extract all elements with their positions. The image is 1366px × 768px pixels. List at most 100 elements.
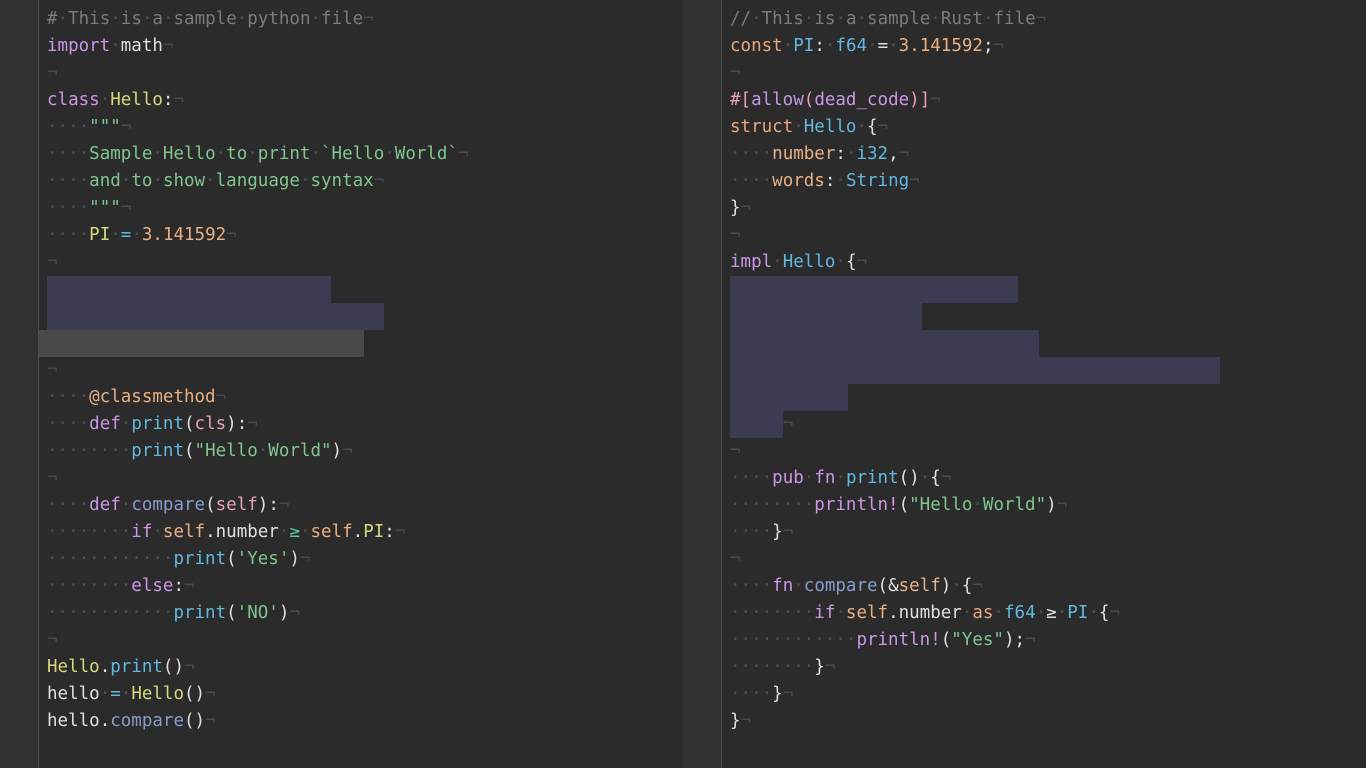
line-content: ¬ <box>47 468 58 488</box>
line-number: 27 <box>6 711 28 731</box>
code-line[interactable]: 22 ····fn·compare(&self)·{¬ <box>683 573 1366 600</box>
code-line[interactable]: 13 ········self.number·=·1729¬ <box>0 330 683 357</box>
code-line[interactable]: 6 ····Sample·Hello·to·print·`Hello·World… <box>0 141 683 168</box>
code-line[interactable]: 27 hello.compare()¬ <box>0 708 683 735</box>
code-line[interactable]: 20 ········if·self.number·≥·self.PI:¬ <box>0 519 683 546</box>
code-line[interactable]: 21 ············print('Yes')¬ <box>0 546 683 573</box>
line-content: ········println!("Hello·World")¬ <box>730 495 1068 515</box>
editor-workspace: 1 #·This·is·a·sample·python·file¬ 2 impo… <box>0 0 1366 768</box>
code-line[interactable]: 26 ····}¬ <box>683 681 1366 708</box>
line-content: #·This·is·a·sample·python·file¬ <box>47 9 374 29</box>
code-line[interactable]: 25 ········}¬ <box>683 654 1366 681</box>
code-line[interactable]: 5 struct·Hello·{¬ <box>683 114 1366 141</box>
code-line[interactable]: 11 ····def·__init__(self):¬ <box>0 276 683 303</box>
rust-editor-pane[interactable]: 1 //·This·is·a·sample·Rust·file¬ 2 const… <box>683 0 1366 768</box>
code-line[interactable]: 8 ····"""¬ <box>0 195 683 222</box>
line-content: impl·Hello·{¬ <box>730 252 868 272</box>
code-line[interactable]: 16 ····}¬ <box>683 411 1366 438</box>
code-line[interactable]: 7 ····and·to·show·language·syntax¬ <box>0 168 683 195</box>
line-number: 20 <box>689 522 711 542</box>
line-number: 10 <box>6 252 28 272</box>
line-number: 14 <box>689 360 711 380</box>
code-line[interactable]: 11 ····fn·new()·→·Hello·{¬ <box>683 276 1366 303</box>
line-content: ····@classmethod¬ <box>47 387 227 407</box>
code-line[interactable]: 9 ····PI·=·3.141592¬ <box>0 222 683 249</box>
code-line[interactable]: 4 #[allow(dead_code)]¬ <box>683 87 1366 114</box>
line-number: 8 <box>17 198 28 218</box>
line-number: 4 <box>700 90 711 110</box>
code-line[interactable]: 14 ¬ <box>0 357 683 384</box>
line-content: }¬ <box>730 711 752 731</box>
python-editor-pane[interactable]: 1 #·This·is·a·sample·python·file¬ 2 impo… <box>0 0 683 768</box>
code-line[interactable]: 27 }¬ <box>683 708 1366 735</box>
code-line[interactable]: 10 ¬ <box>0 249 683 276</box>
code-line[interactable]: 9 ¬ <box>683 222 1366 249</box>
code-line[interactable]: 10 impl·Hello·{¬ <box>683 249 1366 276</box>
line-content: ····pub·fn·print()·{¬ <box>730 468 952 488</box>
line-content: ········print("Hello·World")¬ <box>47 441 353 461</box>
code-line[interactable]: 1 //·This·is·a·sample·Rust·file¬ <box>683 6 1366 33</box>
line-number: 2 <box>700 36 711 56</box>
line-content: ¬ <box>47 360 58 380</box>
line-content: ········if·self.number·as·f64·≥·PI·{¬ <box>730 603 1120 623</box>
code-line[interactable]: 8 }¬ <box>683 195 1366 222</box>
code-line[interactable]: 7 ····words:·String¬ <box>683 168 1366 195</box>
code-line[interactable]: 23 ············print('NO')¬ <box>0 600 683 627</box>
code-line[interactable]: 12 ········Hello·{¬ <box>683 303 1366 330</box>
code-line[interactable]: 16 ····def·print(cls):¬ <box>0 411 683 438</box>
selection-highlight <box>730 357 1220 384</box>
line-number: 27 <box>689 711 711 731</box>
line-number: 15 <box>6 387 28 407</box>
line-content: const·PI:·f64·=·3.141592;¬ <box>730 36 1005 56</box>
code-line[interactable]: 17 ¬ <box>683 438 1366 465</box>
line-content: ········else:¬ <box>47 576 195 596</box>
code-line[interactable]: 2 const·PI:·f64·=·3.141592;¬ <box>683 33 1366 60</box>
code-line[interactable]: 24 ············println!("Yes");¬ <box>683 627 1366 654</box>
line-number: 3 <box>17 63 28 83</box>
code-line[interactable]: 18 ¬ <box>0 465 683 492</box>
line-content: ¬ <box>730 63 741 83</box>
code-line[interactable]: 17 ········print("Hello·World")¬ <box>0 438 683 465</box>
code-line[interactable]: 26 hello·=·Hello()¬ <box>0 681 683 708</box>
line-content: ············println!("Yes");¬ <box>730 630 1036 650</box>
line-number: 1 <box>700 9 711 29</box>
python-code-lines[interactable]: 1 #·This·is·a·sample·python·file¬ 2 impo… <box>0 0 683 735</box>
line-number: 18 <box>6 468 28 488</box>
line-content: }¬ <box>730 198 752 218</box>
rust-code-lines[interactable]: 1 //·This·is·a·sample·Rust·file¬ 2 const… <box>683 0 1366 735</box>
line-content: #[allow(dead_code)]¬ <box>730 90 941 110</box>
line-content: import·math¬ <box>47 36 174 56</box>
line-content: ····words:·String¬ <box>730 171 920 191</box>
code-line[interactable]: 15 ····@classmethod¬ <box>0 384 683 411</box>
current-line-highlight <box>39 330 364 357</box>
code-line[interactable]: 21 ¬ <box>683 546 1366 573</box>
code-line[interactable]: 6 ····number:·i32,¬ <box>683 141 1366 168</box>
line-number: 2 <box>17 36 28 56</box>
line-number: 22 <box>689 576 711 596</box>
code-line[interactable]: 19 ········println!("Hello·World")¬ <box>683 492 1366 519</box>
code-line[interactable]: 14 ············words:·String::from("Hell… <box>683 357 1366 384</box>
code-line[interactable]: 1 #·This·is·a·sample·python·file¬ <box>0 6 683 33</box>
code-line[interactable]: 24 ¬ <box>0 627 683 654</box>
line-number: 7 <box>17 171 28 191</box>
code-line[interactable]: 5 ····"""¬ <box>0 114 683 141</box>
code-line[interactable]: 23 ········if·self.number·as·f64·≥·PI·{¬ <box>683 600 1366 627</box>
code-line[interactable]: 19 ····def·compare(self):¬ <box>0 492 683 519</box>
code-line[interactable]: 2 import·math¬ <box>0 33 683 60</box>
line-number: 16 <box>6 414 28 434</box>
line-number: 16 <box>689 414 711 434</box>
code-line[interactable]: 3 ¬ <box>683 60 1366 87</box>
line-content: hello·=·Hello()¬ <box>47 684 216 704</box>
code-line[interactable]: 3 ¬ <box>0 60 683 87</box>
code-line[interactable]: 4 class·Hello:¬ <box>0 87 683 114</box>
code-line[interactable]: 13 ············number:·1729,¬ <box>683 330 1366 357</box>
selection-highlight <box>730 384 848 411</box>
code-line[interactable]: 15 ········}¬ <box>683 384 1366 411</box>
code-line[interactable]: 25 Hello.print()¬ <box>0 654 683 681</box>
code-line[interactable]: 22 ········else:¬ <box>0 573 683 600</box>
code-line[interactable]: 12 ········self.words·=·'Hello'¬ <box>0 303 683 330</box>
line-number: 12 <box>689 306 711 326</box>
code-line[interactable]: 20 ····}¬ <box>683 519 1366 546</box>
line-content: ····number:·i32,¬ <box>730 144 910 164</box>
code-line[interactable]: 18 ····pub·fn·print()·{¬ <box>683 465 1366 492</box>
